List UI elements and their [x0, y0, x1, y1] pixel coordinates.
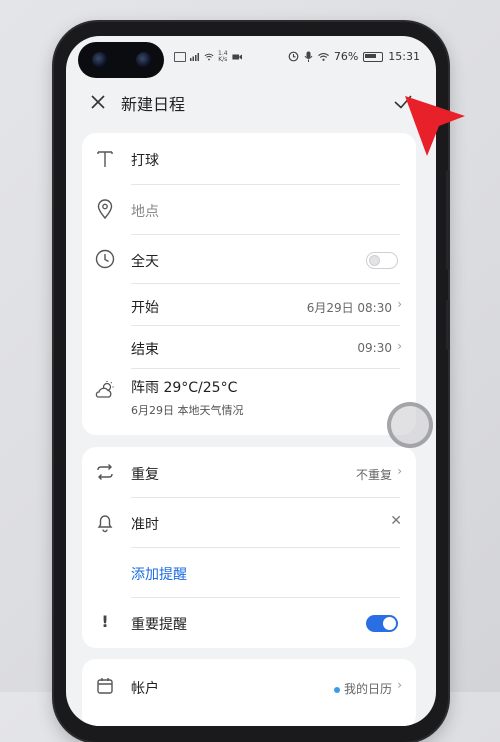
repeat-label: 重复	[131, 467, 159, 483]
camera-lens-icon	[136, 52, 152, 68]
punch-hole-cameras	[78, 42, 164, 78]
clock-icon	[95, 249, 115, 269]
weather-summary: 阵雨 29°C/25°C	[131, 380, 238, 396]
all-day-toggle[interactable]	[366, 252, 398, 269]
end-row[interactable]: 结束 09:30 ›	[82, 326, 416, 368]
page-title: 新建日程	[121, 95, 186, 114]
account-value[interactable]: 我的日历	[333, 680, 392, 697]
start-value[interactable]: 6月29日 08:30	[307, 299, 392, 316]
battery-icon	[363, 51, 384, 62]
event-details-card: 打球 地点 全天 开始 6月29日 08:30 › 结束 09:30 › 阵雨 …	[82, 133, 416, 435]
battery-percent: 76%	[333, 50, 359, 63]
status-left-icons: 1.4 K/s	[174, 51, 242, 63]
status-right-icons: 76% 15:31	[288, 50, 420, 63]
clock-time: 15:31	[388, 50, 420, 63]
mic-icon	[304, 51, 313, 62]
event-title-input[interactable]: 打球	[131, 150, 159, 170]
alarm-icon	[288, 51, 299, 62]
end-label: 结束	[131, 342, 159, 358]
touch-indicator	[387, 402, 433, 448]
close-icon[interactable]	[88, 92, 108, 112]
account-value-text: 我的日历	[343, 682, 392, 696]
network-speed: 1.4 K/s	[218, 50, 228, 63]
text-icon	[97, 151, 113, 167]
wifi-icon	[204, 53, 214, 61]
important-reminder-label: 重要提醒	[131, 617, 187, 633]
camera-lens-icon	[92, 52, 108, 68]
start-row[interactable]: 开始 6月29日 08:30 ›	[82, 284, 416, 326]
weather-row: 阵雨 29°C/25°C 6月29日 本地天气情况	[82, 369, 416, 431]
title-row[interactable]: 打球	[82, 133, 416, 183]
all-day-row: 全天	[82, 235, 416, 283]
volume-button	[446, 170, 450, 270]
reminder-row: 准时 ✕	[82, 498, 416, 547]
power-button	[446, 300, 450, 350]
remove-reminder-icon[interactable]: ✕	[390, 513, 402, 529]
top-bar: 新建日程	[66, 88, 436, 118]
hd-icon	[174, 52, 186, 62]
important-reminder-row: ! 重要提醒	[82, 598, 416, 647]
location-input[interactable]: 地点	[131, 201, 159, 221]
location-pin-icon	[97, 199, 113, 220]
partly-cloudy-icon	[95, 381, 114, 398]
chevron-right-icon: ›	[397, 297, 402, 311]
chevron-right-icon: ›	[397, 339, 402, 353]
exclamation-icon: !	[101, 612, 109, 631]
repeat-reminder-card: 重复 不重复 › 准时 ✕ 添加提醒 ! 重要提醒	[82, 447, 416, 648]
all-day-label: 全天	[131, 254, 159, 270]
location-row[interactable]: 地点	[82, 185, 416, 234]
account-row[interactable]: 帐户 我的日历 ›	[82, 659, 416, 709]
bell-icon	[97, 515, 113, 533]
account-label: 帐户	[131, 681, 159, 697]
end-value[interactable]: 09:30	[357, 341, 392, 355]
chevron-right-icon: ›	[397, 464, 402, 478]
chevron-right-icon: ›	[397, 678, 402, 692]
video-icon	[231, 54, 242, 60]
start-label: 开始	[131, 300, 159, 316]
weather-subtitle: 6月29日 本地天气情况	[131, 404, 244, 417]
important-reminder-toggle[interactable]	[366, 615, 398, 632]
repeat-icon	[97, 464, 113, 480]
wifi-status-icon	[317, 52, 329, 61]
calendar-icon	[97, 678, 113, 694]
signal-icon	[190, 53, 199, 61]
add-reminder-row[interactable]: 添加提醒	[82, 548, 416, 597]
reminder-label: 准时	[131, 517, 159, 533]
repeat-row[interactable]: 重复 不重复 ›	[82, 447, 416, 497]
screen: 1.4 K/s 76% 15:31 新建日程 打球 地点 全天 开始 6月29日…	[66, 36, 436, 726]
pointer-arrow-icon	[405, 96, 465, 156]
account-card: 帐户 我的日历 ›	[82, 659, 416, 726]
repeat-value[interactable]: 不重复	[356, 466, 392, 483]
add-reminder-link[interactable]: 添加提醒	[131, 564, 187, 584]
